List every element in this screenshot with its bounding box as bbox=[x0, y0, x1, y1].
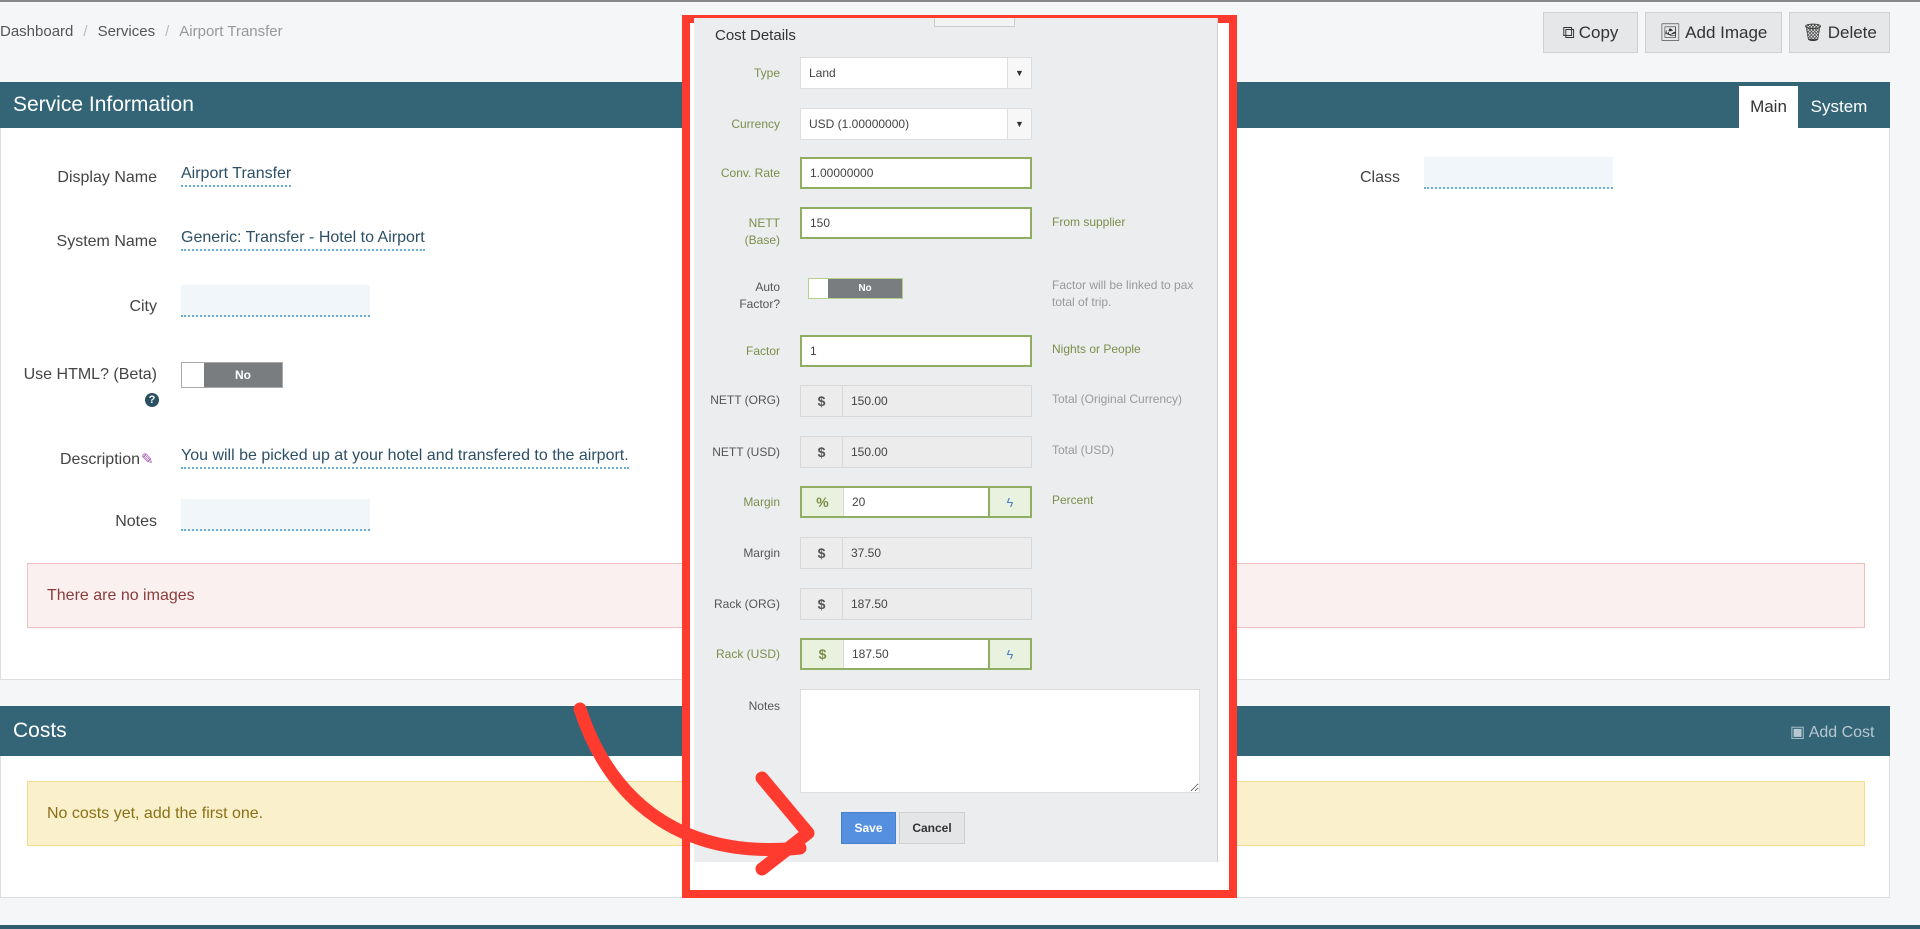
annotation-arrow bbox=[573, 702, 815, 876]
arrow-head bbox=[755, 771, 815, 876]
